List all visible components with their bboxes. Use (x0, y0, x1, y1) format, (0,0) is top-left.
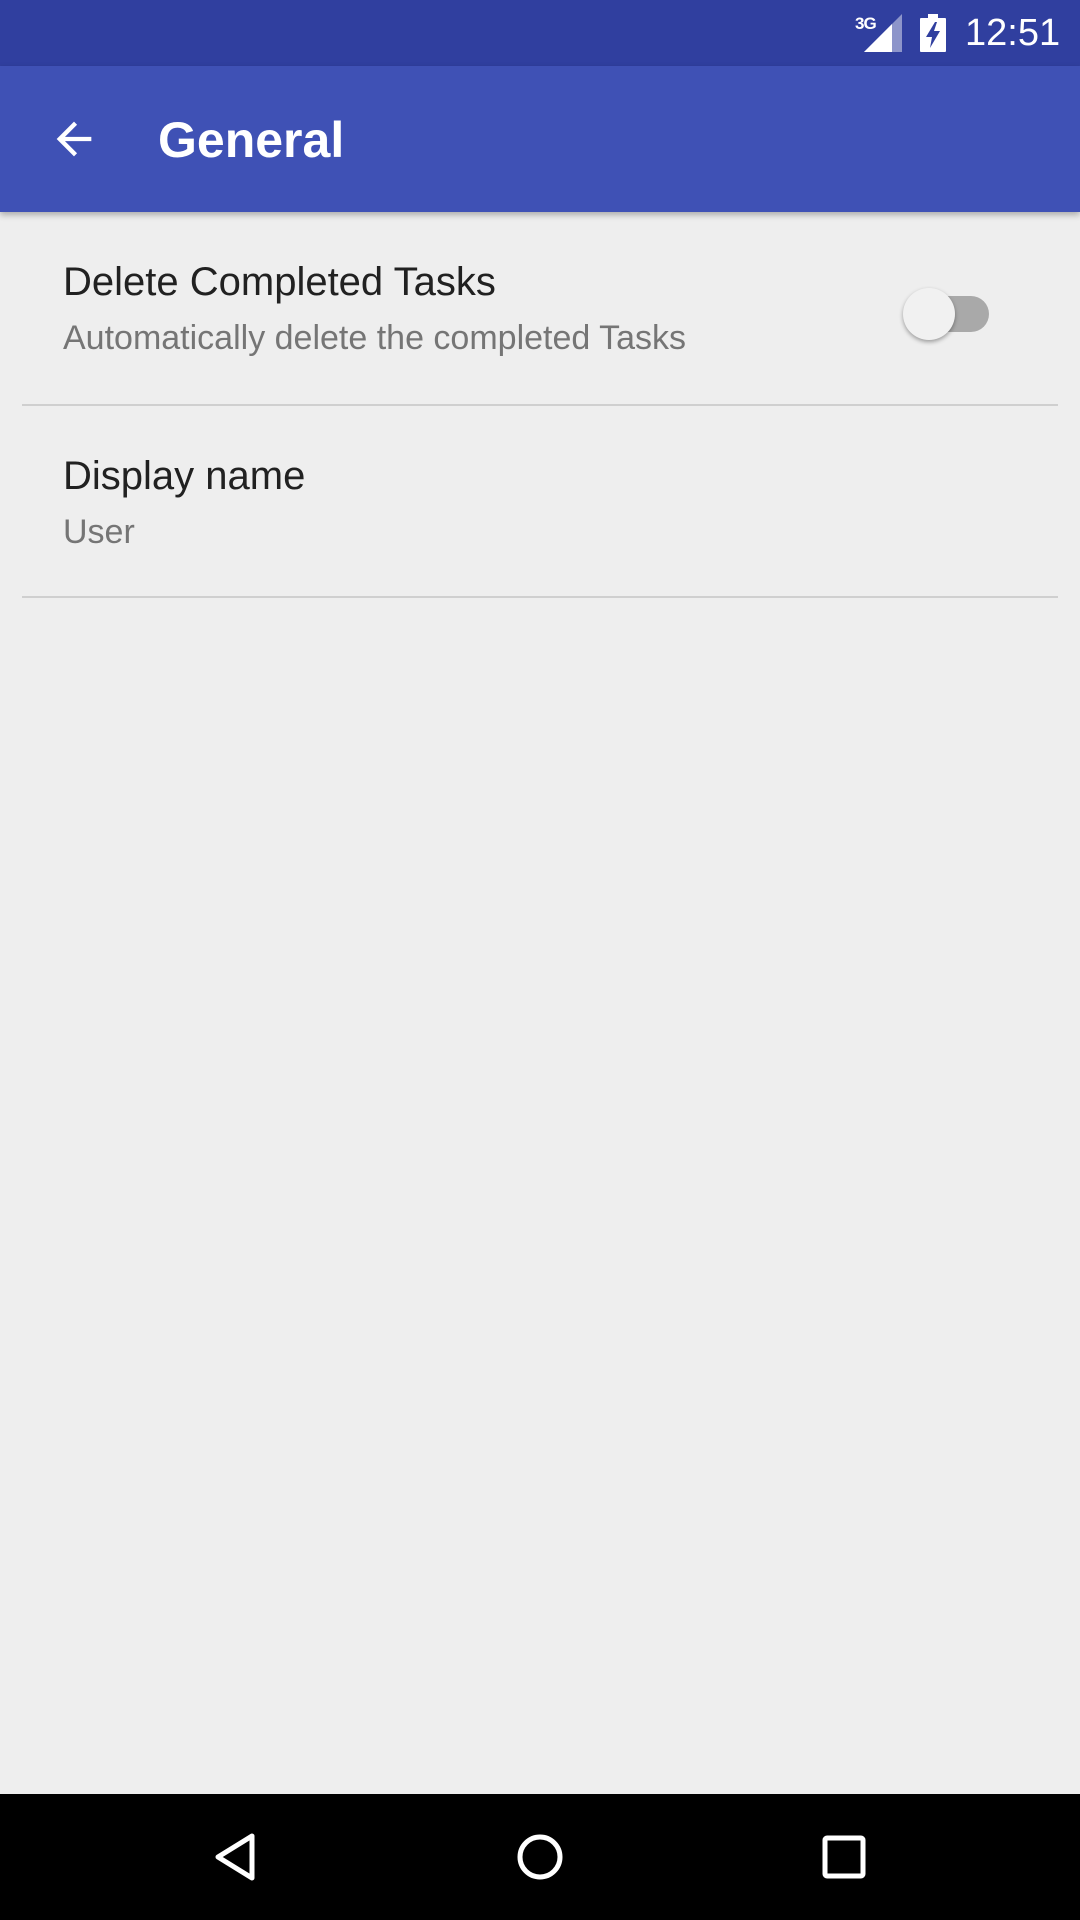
switch-thumb (903, 288, 955, 340)
app-bar: General (0, 66, 1080, 212)
nav-home-button[interactable] (490, 1807, 590, 1907)
home-circle-icon (517, 1834, 563, 1880)
pref-title: Display name (63, 454, 306, 498)
signal-icon (864, 14, 902, 52)
delete-completed-tasks-switch[interactable] (903, 286, 993, 342)
pref-item-display-name[interactable]: Display name User (0, 404, 1080, 600)
back-button[interactable] (32, 97, 116, 181)
pref-summary: User (63, 513, 135, 551)
battery-charging-icon (920, 14, 946, 52)
navigation-bar (0, 1794, 1080, 1920)
nav-recents-button[interactable] (794, 1807, 894, 1907)
preference-list: Delete Completed Tasks Automatically del… (0, 212, 1080, 600)
arrow-back-icon (56, 121, 92, 157)
nav-back-button[interactable] (187, 1807, 287, 1907)
pref-title: Delete Completed Tasks (63, 260, 496, 304)
recents-square-icon (822, 1835, 866, 1879)
page-title: General (158, 112, 345, 168)
divider (22, 596, 1058, 598)
pref-summary: Automatically delete the completed Tasks (63, 319, 687, 357)
pref-item-delete-completed-tasks[interactable]: Delete Completed Tasks Automatically del… (0, 212, 1080, 406)
clock: 12:51 (965, 12, 1061, 54)
back-triangle-icon (215, 1833, 255, 1881)
status-bar: 3G 12:51 (0, 0, 1080, 66)
